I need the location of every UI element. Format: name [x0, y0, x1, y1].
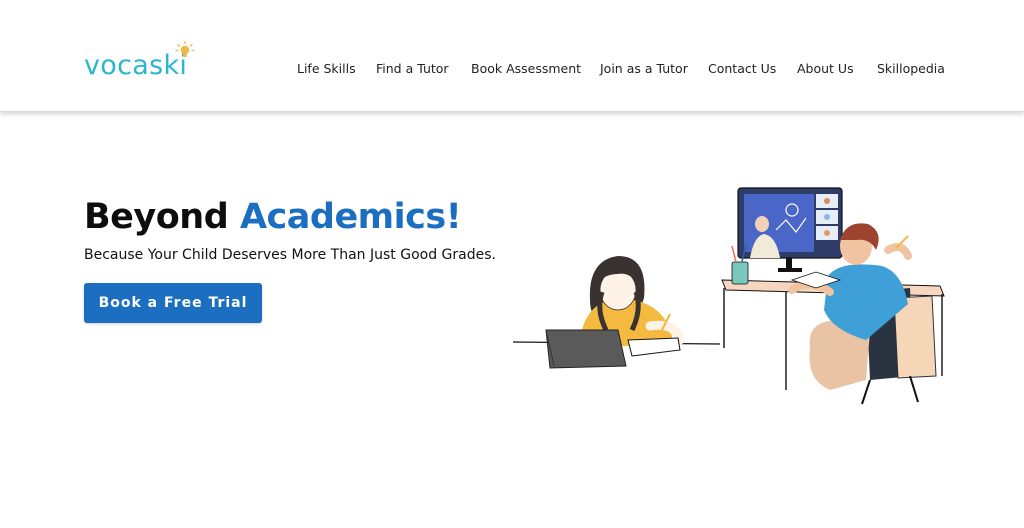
main-nav: Life Skills Find a Tutor Book Assessment…	[0, 0, 1024, 112]
nav-item-book-assessment[interactable]: Book Assessment	[471, 61, 581, 76]
online-learning-illustration	[512, 187, 945, 405]
hero-subtitle: Because Your Child Deserves More Than Ju…	[84, 247, 496, 263]
hero-title: Beyond Academics!	[84, 197, 462, 237]
nav-item-join-as-a-tutor[interactable]: Join as a Tutor	[600, 61, 688, 76]
site-header: vocaski Life Skills Find a Tutor Book As…	[0, 0, 1024, 112]
nav-item-about-us[interactable]: About Us	[797, 61, 854, 76]
hero-title-part1: Beyond	[84, 197, 229, 237]
nav-item-life-skills[interactable]: Life Skills	[297, 61, 356, 76]
nav-item-skillopedia[interactable]: Skillopedia	[877, 61, 945, 76]
nav-item-find-a-tutor[interactable]: Find a Tutor	[376, 61, 449, 76]
nav-item-contact-us[interactable]: Contact Us	[708, 61, 776, 76]
hero-title-part2: Academics!	[239, 197, 462, 237]
book-free-trial-button[interactable]: Book a Free Trial	[84, 283, 262, 323]
